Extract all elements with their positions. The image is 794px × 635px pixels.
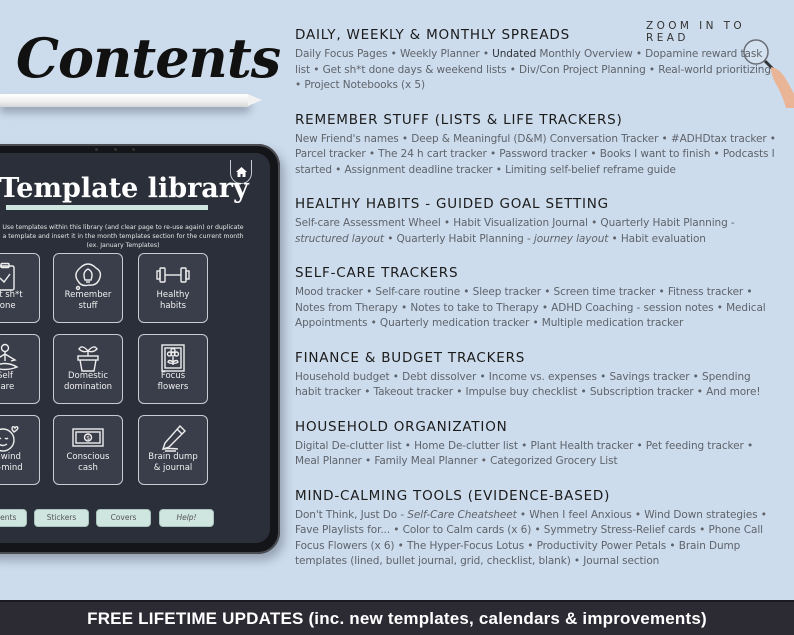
section-remember-stuff: REMEMBER STUFF (LISTS & LIFE TRACKERS) N… [295,111,780,179]
tile-label-line-1: Unwind [0,452,21,462]
section-body-text: Don't Think, Just Do - [295,508,408,521]
plant-pot-icon [77,346,99,372]
section-healthy-habits: HEALTHY HABITS - GUIDED GOAL SETTING Sel… [295,195,780,247]
covers-button[interactable]: Covers [96,509,151,527]
lightbulb-thought-icon [75,263,102,291]
section-body-text: • Habit evaluation [608,232,706,245]
tile-label-line-1: Remember [64,290,112,300]
tile-label-line-2: un-mind [0,463,23,473]
section-body: Daily Focus Pages • Weekly Planner • Und… [295,47,780,94]
tile-label-line-1: Domestic [67,371,109,381]
title-underline [6,205,208,210]
section-spreads: DAILY, WEEKLY & MONTHLY SPREADS Daily Fo… [295,26,780,94]
tablet-device: Template library Use templates within th… [0,144,280,554]
section-body: Household budget • Debt dissolver • Inco… [295,370,761,399]
tile-focus-flowers[interactable]: Focus flowers [138,334,208,404]
tile-label-line-2: stuff [78,301,98,311]
tile-label-line-2: domination [63,382,113,392]
stickers-button[interactable]: Stickers [34,509,89,527]
library-title: Template library [0,173,270,204]
section-household: HOUSEHOLD ORGANIZATION Digital De-clutte… [295,418,780,470]
tile-label-line-2: flowers [157,382,189,392]
section-body: New Friend's names • Deep & Meaningful (… [295,132,776,176]
section-body: Mood tracker • Self-care routine • Sleep… [295,286,766,329]
tile-unwind[interactable]: Unwind un-mind [0,415,40,485]
section-finance: FINANCE & BUDGET TRACKERS Household budg… [295,349,780,401]
tile-label-line-2: & journal [153,463,193,473]
section-body-text: Daily Focus Pages • Weekly Planner • [295,48,493,60]
tablet-camera [95,148,135,151]
tile-domestic-domination[interactable]: Domestic domination [53,334,123,404]
section-body: Don't Think, Just Do - Self-Care Cheatsh… [295,508,780,570]
section-heading: REMEMBER STUFF (LISTS & LIFE TRACKERS) [295,111,623,128]
tile-conscious-cash[interactable]: $ Conscious cash [53,415,123,485]
section-body-italic: structured layout [295,232,384,245]
tile-brain-dump[interactable]: Brain dump & journal [138,415,208,485]
lifetime-updates-banner: FREE LIFETIME UPDATES (inc. new template… [0,600,794,635]
pencil-icon [161,424,186,452]
section-body-bold: Undated [492,48,537,60]
section-body-italic: Self-Care Cheatsheet [407,508,517,521]
section-body-text: • Quarterly Habit Planning - [383,232,534,245]
svg-text:$: $ [86,435,90,442]
tile-self-care[interactable]: Self care [0,334,40,404]
section-body: Self-care Assessment Wheel • Habit Visua… [295,216,780,247]
clipboard-check-icon [0,262,15,291]
tile-label-line-2: cash [78,463,98,473]
tile-label-line-1: Focus [160,371,186,381]
calm-face-heart-icon [0,425,19,452]
meditation-icon [0,343,19,371]
library-description: Use templates within this library (and c… [2,224,244,249]
section-heading: MIND-CALMING TOOLS (EVIDENCE-BASED) [295,487,611,504]
section-body-italic: journey layout [533,232,609,245]
tile-get-done[interactable]: Get sh*t done [0,253,40,323]
page-title: Contents [16,26,281,90]
tile-label-line-1: Conscious [66,452,110,462]
section-heading: FINANCE & BUDGET TRACKERS [295,349,526,366]
section-self-care: SELF-CARE TRACKERS Mood tracker • Self-c… [295,264,780,332]
tile-label-line-1: Brain dump [148,452,198,462]
section-body-text: Self-care Assessment Wheel • Habit Visua… [295,217,735,229]
section-heading: SELF-CARE TRACKERS [295,265,459,281]
stylus-pencil-tip [248,94,262,106]
library-title-text: Template library [0,173,249,204]
contents-sections: DAILY, WEEKLY & MONTHLY SPREADS Daily Fo… [295,26,780,587]
framed-flower-icon [161,344,185,372]
section-mind-calming: MIND-CALMING TOOLS (EVIDENCE-BASED) Don'… [295,487,780,570]
section-body: Digital De-clutter list • Home De-clutte… [295,439,754,468]
stylus-pencil-image [0,94,250,107]
contents-button[interactable]: Contents [0,509,27,527]
tile-label-line-1: Healthy [156,290,190,300]
section-heading: DAILY, WEEKLY & MONTHLY SPREADS [295,27,570,43]
dumbbell-icon [156,267,190,283]
section-heading: HEALTHY HABITS - GUIDED GOAL SETTING [295,196,609,212]
help-button[interactable]: Help! [159,509,214,527]
banknote-icon: $ [72,428,104,447]
tile-label-line-2: done [0,301,16,311]
section-heading: HOUSEHOLD ORGANIZATION [295,418,508,435]
tablet-screen: Template library Use templates within th… [0,153,270,543]
tile-remember-stuff[interactable]: Remember stuff [53,253,123,323]
tile-label-line-1: Get sh*t [0,290,23,300]
tile-label-line-2: care [0,382,15,392]
tile-healthy-habits[interactable]: Healthy habits [138,253,208,323]
tile-label-line-2: habits [159,301,187,311]
